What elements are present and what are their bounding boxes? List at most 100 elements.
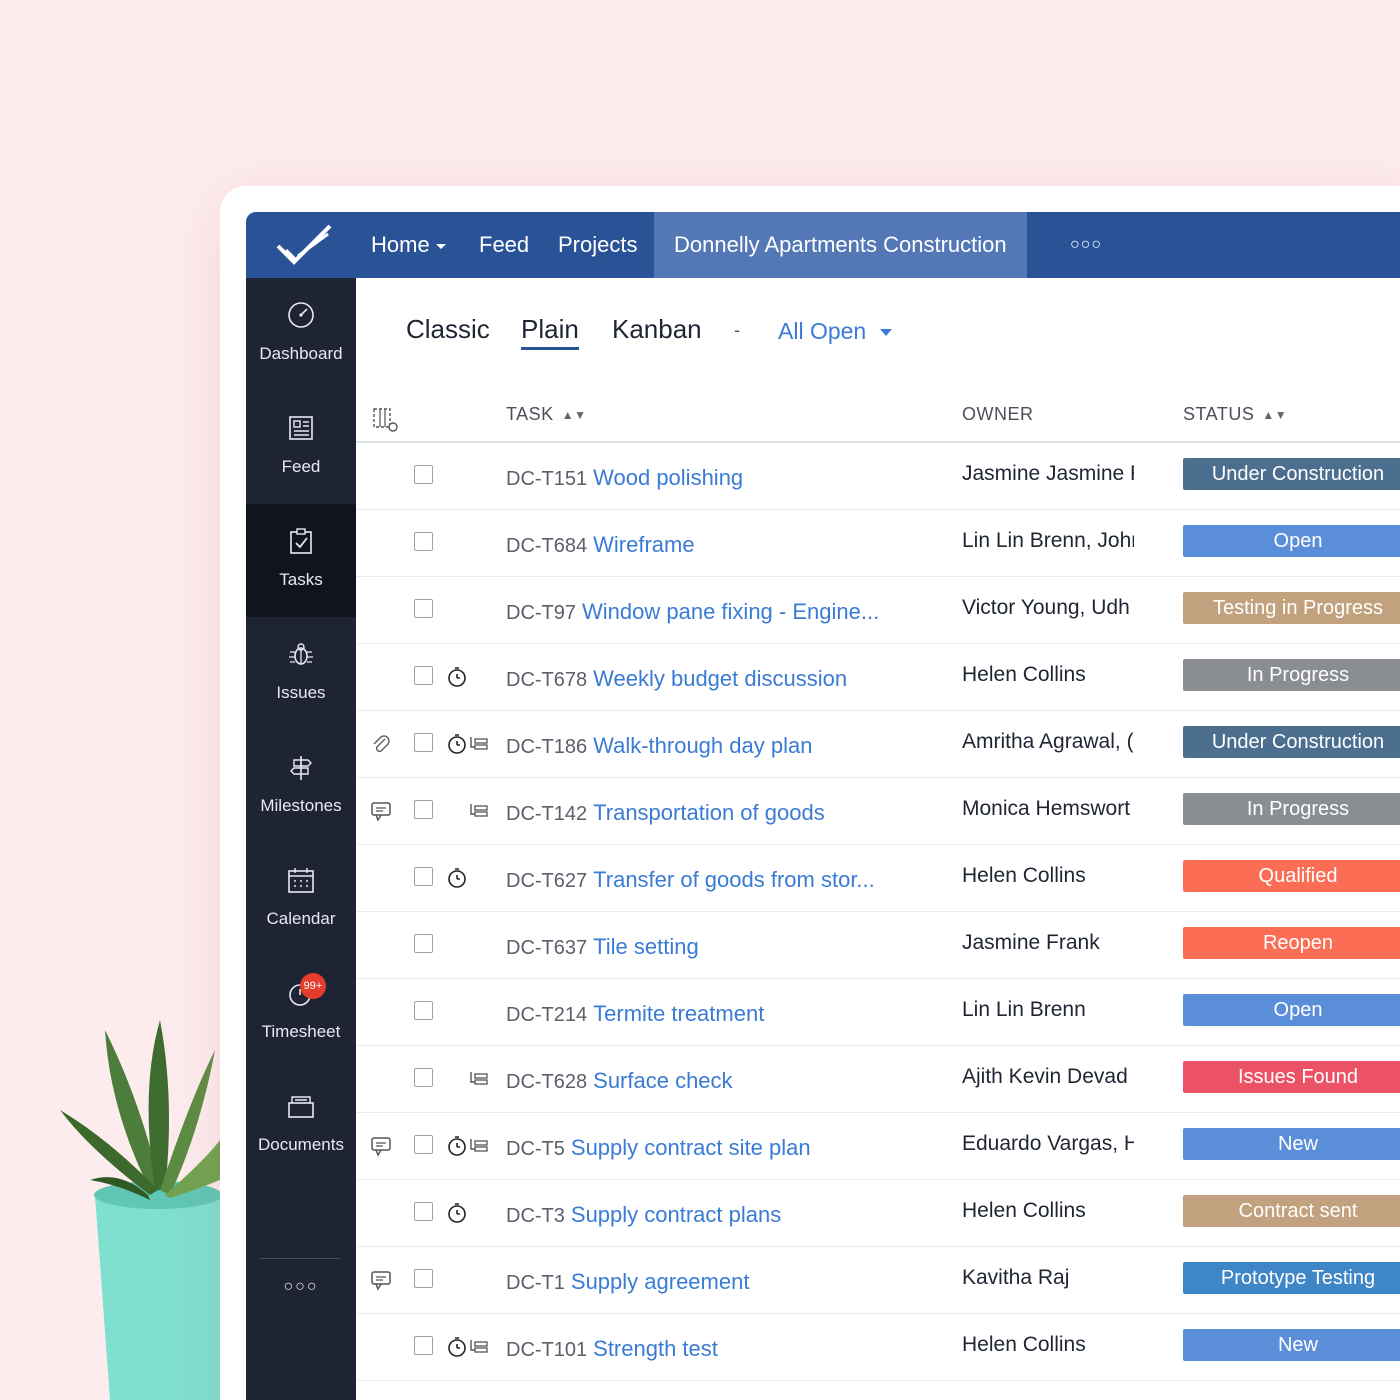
table-row[interactable]: DC-T142 Transportation of goods Monica Hem… xyxy=(356,778,1400,845)
status-badge[interactable]: Contract sent xyxy=(1183,1195,1400,1227)
task-id: DC-T151 xyxy=(506,468,588,490)
status-badge[interactable]: Open xyxy=(1183,525,1400,557)
row-checkbox[interactable] xyxy=(414,1336,433,1355)
task-name-link[interactable]: Supply contract site plan xyxy=(571,1135,811,1160)
row-checkbox[interactable] xyxy=(414,1135,433,1154)
timer-icon[interactable] xyxy=(446,1336,468,1358)
timer-icon[interactable] xyxy=(446,733,468,755)
row-checkbox[interactable] xyxy=(414,934,433,953)
subtask-icon[interactable] xyxy=(468,1135,490,1157)
status-badge[interactable]: New xyxy=(1183,1128,1400,1160)
table-row[interactable]: DC-T678 Weekly budget discussion Helen Col… xyxy=(356,644,1400,711)
task-name-link[interactable]: Wood polishing xyxy=(593,465,743,490)
table-row[interactable]: DC-T1 Supply agreement Kavitha Raj Prototyp… xyxy=(356,1247,1400,1314)
sidebar-item-feed[interactable]: Feed xyxy=(246,391,356,504)
sidebar-item-documents[interactable]: Documents xyxy=(246,1069,356,1182)
comment-icon[interactable] xyxy=(370,1269,392,1291)
sidebar-item-calendar[interactable]: Calendar xyxy=(246,843,356,956)
row-checkbox[interactable] xyxy=(414,666,433,685)
tab-plain[interactable]: Plain xyxy=(521,314,579,350)
subtask-icon[interactable] xyxy=(468,1068,490,1090)
table-row[interactable]: DC-T637 Tile setting Jasmine Frank Reopen xyxy=(356,912,1400,979)
task-table-body: DC-T151 Wood polishing Jasmine Jasmine F Un… xyxy=(356,443,1400,1381)
top-navigation-bar: Home Feed Projects Donnelly Apartments C… xyxy=(246,212,1400,278)
status-badge[interactable]: Prototype Testing xyxy=(1183,1262,1400,1294)
more-options-icon[interactable]: ○○○ xyxy=(1070,212,1102,278)
row-checkbox[interactable] xyxy=(414,465,433,484)
row-checkbox[interactable] xyxy=(414,599,433,618)
task-name-link[interactable]: Supply contract plans xyxy=(571,1202,781,1227)
nav-current-project[interactable]: Donnelly Apartments Construction xyxy=(654,212,1027,278)
folder-icon xyxy=(288,1096,314,1118)
timer-icon[interactable] xyxy=(446,1135,468,1157)
row-checkbox[interactable] xyxy=(414,1001,433,1020)
status-badge[interactable]: Testing in Progress xyxy=(1183,592,1400,624)
task-cell: DC-T214 Termite treatment xyxy=(506,1001,764,1027)
subtask-icon[interactable] xyxy=(468,1336,490,1358)
table-row[interactable]: DC-T627 Transfer of goods from stor... Hel… xyxy=(356,845,1400,912)
nav-home-menu[interactable]: Home xyxy=(371,212,446,278)
nav-feed[interactable]: Feed xyxy=(479,212,529,278)
column-settings-icon[interactable] xyxy=(372,406,400,434)
timer-icon[interactable] xyxy=(446,666,468,688)
table-row[interactable]: DC-T3 Supply contract plans Helen Collins C… xyxy=(356,1180,1400,1247)
sidebar-item-milestones[interactable]: Milestones xyxy=(246,730,356,843)
row-checkbox[interactable] xyxy=(414,800,433,819)
status-badge[interactable]: New xyxy=(1183,1329,1400,1361)
row-checkbox[interactable] xyxy=(414,867,433,886)
task-name-link[interactable]: Tile setting xyxy=(593,934,699,959)
task-name-link[interactable]: Strength test xyxy=(593,1336,718,1361)
sidebar-more-icon[interactable]: ○○○ xyxy=(246,1278,356,1296)
table-row[interactable]: DC-T151 Wood polishing Jasmine Jasmine F Un… xyxy=(356,443,1400,510)
tab-classic[interactable]: Classic xyxy=(406,314,490,345)
nav-projects[interactable]: Projects xyxy=(558,212,637,278)
sidebar-item-dashboard[interactable]: Dashboard xyxy=(246,278,356,391)
status-badge[interactable]: Under Construction xyxy=(1183,458,1400,490)
column-header-owner[interactable]: OWNER xyxy=(962,404,1034,425)
task-name-link[interactable]: Wireframe xyxy=(593,532,694,557)
notification-badge: 99+ xyxy=(300,973,326,999)
sidebar-item-tasks[interactable]: Tasks xyxy=(246,504,356,617)
task-name-link[interactable]: Transportation of goods xyxy=(593,800,825,825)
task-name-link[interactable]: Surface check xyxy=(593,1068,732,1093)
status-badge[interactable]: Qualified xyxy=(1183,860,1400,892)
table-row[interactable]: DC-T186 Walk-through day plan Amritha Agra… xyxy=(356,711,1400,778)
table-row[interactable]: DC-T628 Surface check Ajith Kevin Devad Iss… xyxy=(356,1046,1400,1113)
status-badge[interactable]: Under Construction xyxy=(1183,726,1400,758)
comment-icon[interactable] xyxy=(370,800,392,822)
task-name-link[interactable]: Transfer of goods from stor... xyxy=(593,867,875,892)
task-name-link[interactable]: Walk-through day plan xyxy=(593,733,812,758)
comment-icon[interactable] xyxy=(370,1135,392,1157)
subtask-icon[interactable] xyxy=(468,800,490,822)
task-name-link[interactable]: Supply agreement xyxy=(571,1269,750,1294)
task-name-link[interactable]: Termite treatment xyxy=(593,1001,764,1026)
timer-icon[interactable] xyxy=(446,1202,468,1224)
column-header-status[interactable]: STATUS ▲▼ xyxy=(1183,404,1287,425)
sidebar-item-timesheet[interactable]: 99+ Timesheet xyxy=(246,956,356,1069)
row-checkbox[interactable] xyxy=(414,532,433,551)
timer-icon[interactable] xyxy=(446,867,468,889)
table-row[interactable]: DC-T97 Window pane fixing - Engine... Vict… xyxy=(356,577,1400,644)
status-badge[interactable]: In Progress xyxy=(1183,659,1400,691)
checkmark-logo-icon[interactable] xyxy=(274,220,334,270)
sidebar-item-issues[interactable]: Issues xyxy=(246,617,356,730)
status-badge[interactable]: Open xyxy=(1183,994,1400,1026)
row-checkbox[interactable] xyxy=(414,1202,433,1221)
row-checkbox[interactable] xyxy=(414,733,433,752)
tab-kanban[interactable]: Kanban xyxy=(612,314,702,345)
row-checkbox[interactable] xyxy=(414,1068,433,1087)
column-header-task[interactable]: TASK ▲▼ xyxy=(506,404,586,425)
attachment-icon[interactable] xyxy=(370,733,392,755)
subtask-icon[interactable] xyxy=(468,733,490,755)
status-badge[interactable]: Reopen xyxy=(1183,927,1400,959)
table-row[interactable]: DC-T684 Wireframe Lin Lin Brenn, Johr Open xyxy=(356,510,1400,577)
filter-dropdown[interactable]: All Open xyxy=(778,318,893,345)
table-row[interactable]: DC-T5 Supply contract site plan Eduardo Va… xyxy=(356,1113,1400,1180)
status-badge[interactable]: In Progress xyxy=(1183,793,1400,825)
table-row[interactable]: DC-T101 Strength test Helen Collins New xyxy=(356,1314,1400,1381)
task-name-link[interactable]: Weekly budget discussion xyxy=(593,666,847,691)
status-badge[interactable]: Issues Found xyxy=(1183,1061,1400,1093)
task-name-link[interactable]: Window pane fixing - Engine... xyxy=(582,599,879,624)
table-row[interactable]: DC-T214 Termite treatment Lin Lin Brenn Ope… xyxy=(356,979,1400,1046)
row-checkbox[interactable] xyxy=(414,1269,433,1288)
